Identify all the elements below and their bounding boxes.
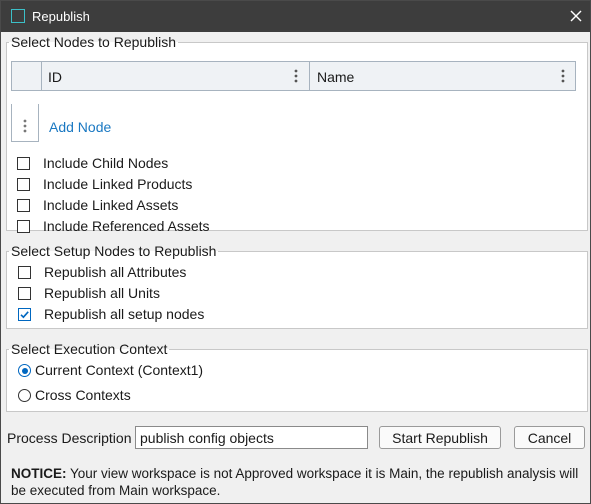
execution-context-section: Select Execution Context Current Context… [6, 341, 588, 412]
add-row-cell[interactable] [11, 104, 39, 142]
include-linked-products-checkbox[interactable] [17, 178, 30, 191]
include-referenced-assets-label: Include Referenced Assets [43, 218, 210, 234]
notice-text: Your view workspace is not Approved work… [11, 466, 579, 498]
grid-row-header [12, 62, 42, 90]
republish-all-attributes-label: Republish all Attributes [44, 264, 187, 280]
row-menu-icon[interactable] [22, 118, 28, 134]
nodes-section: Select Nodes to Republish ID Name Add No… [6, 34, 588, 234]
include-child-nodes-label: Include Child Nodes [43, 155, 169, 171]
grid-column-id[interactable]: ID [41, 62, 310, 90]
title-bar: Republish [1, 1, 590, 32]
republish-all-setup-nodes-checkbox[interactable] [18, 308, 31, 321]
app-window-icon [11, 9, 25, 23]
include-linked-assets-checkbox[interactable] [17, 199, 30, 212]
setup-nodes-section-legend: Select Setup Nodes to Republish [11, 243, 217, 259]
cross-contexts-radio[interactable] [18, 389, 31, 402]
grid-column-name-label: Name [317, 69, 355, 85]
republish-all-units-checkbox[interactable] [18, 287, 31, 300]
process-description-input[interactable] [135, 426, 368, 449]
current-context-radio[interactable] [18, 364, 31, 377]
window-title: Republish [32, 9, 90, 24]
cancel-button[interactable]: Cancel [514, 426, 585, 449]
republish-dialog: Republish Select Nodes to Republish ID N… [0, 0, 591, 504]
current-context-label: Current Context (Context1) [35, 362, 204, 378]
nodes-section-legend: Select Nodes to Republish [11, 34, 176, 50]
include-referenced-assets-checkbox[interactable] [17, 220, 30, 233]
nodes-grid-body: Add Node [11, 91, 576, 143]
include-linked-assets-label: Include Linked Assets [43, 197, 179, 213]
nodes-grid-header: ID Name [11, 61, 576, 91]
notice-message: NOTICE: Your view workspace is not Appro… [11, 465, 581, 499]
column-menu-icon[interactable] [560, 68, 566, 84]
republish-all-setup-nodes-label: Republish all setup nodes [44, 306, 205, 322]
close-icon[interactable] [567, 7, 585, 25]
include-linked-products-label: Include Linked Products [43, 176, 193, 192]
setup-nodes-section: Select Setup Nodes to Republish Republis… [6, 243, 588, 329]
process-description-label: Process Description [7, 430, 132, 446]
republish-all-units-label: Republish all Units [44, 285, 160, 301]
grid-column-name[interactable]: Name [310, 62, 576, 90]
column-menu-icon[interactable] [293, 68, 299, 84]
include-child-nodes-checkbox[interactable] [17, 157, 30, 170]
notice-prefix: NOTICE: [11, 466, 67, 481]
execution-context-section-legend: Select Execution Context [11, 341, 168, 357]
add-node-link[interactable]: Add Node [49, 119, 111, 135]
checkmark-icon [20, 311, 29, 319]
start-republish-button[interactable]: Start Republish [379, 426, 501, 449]
grid-column-id-label: ID [48, 69, 62, 85]
republish-all-attributes-checkbox[interactable] [18, 266, 31, 279]
cross-contexts-label: Cross Contexts [35, 387, 131, 403]
